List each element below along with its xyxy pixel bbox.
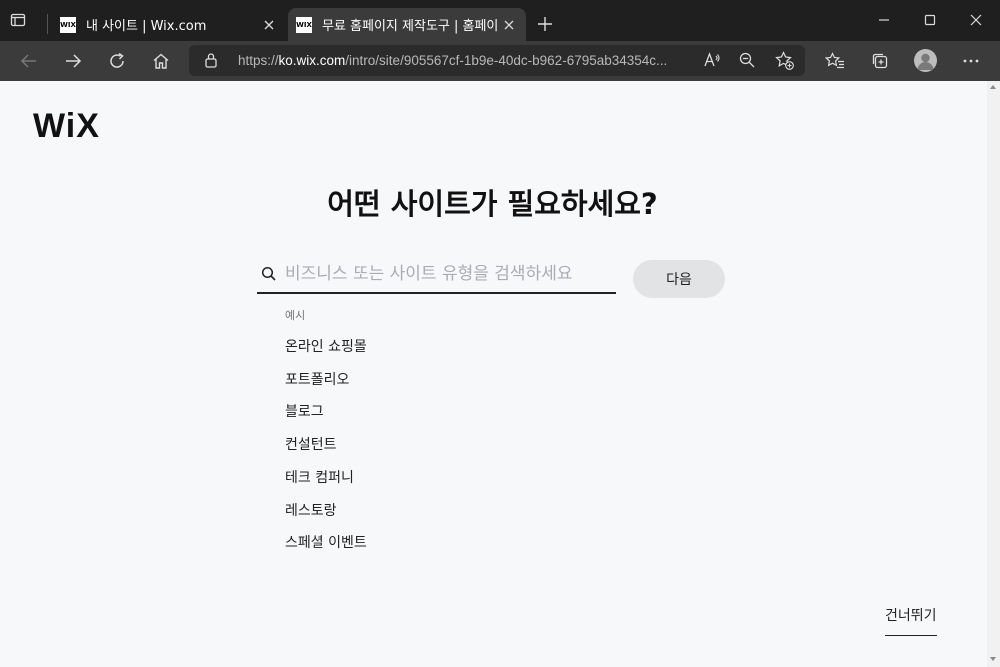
lock-icon[interactable]: [204, 52, 218, 72]
search-input[interactable]: [285, 260, 613, 288]
forward-arrow-icon[interactable]: [61, 49, 85, 73]
profile-icon[interactable]: [914, 49, 937, 72]
browser-toolbar: https://ko.wix.com/intro/site/905567cf-1…: [0, 41, 1000, 81]
window-close-icon[interactable]: [966, 10, 986, 30]
url-text[interactable]: https://ko.wix.com/intro/site/905567cf-1…: [238, 53, 693, 68]
examples-label: 예시: [285, 309, 306, 322]
next-button[interactable]: 다음: [633, 260, 725, 298]
zoom-out-icon[interactable]: [739, 52, 755, 72]
favorites-icon[interactable]: [823, 49, 847, 73]
url-path: /intro/site/905567cf-1b9e-40dc-b962-6795…: [345, 53, 668, 68]
example-blog[interactable]: 블로그: [285, 401, 324, 421]
tab-homepage-builder[interactable]: WIX 무료 홈페이지 제작도구 | 홈페이지 만들기: [288, 8, 526, 41]
example-portfolio[interactable]: 포트폴리오: [285, 369, 349, 389]
example-consultant[interactable]: 컨설턴트: [285, 434, 337, 454]
search-box[interactable]: [257, 254, 616, 294]
example-tech-company[interactable]: 테크 컴퍼니: [285, 467, 354, 487]
close-icon[interactable]: [258, 14, 280, 36]
minimize-icon[interactable]: [874, 10, 894, 30]
plus-icon[interactable]: [534, 13, 556, 35]
page-scrollbar[interactable]: [987, 81, 1000, 667]
refresh-icon[interactable]: [105, 49, 129, 73]
tab-actions-icon[interactable]: [10, 12, 40, 36]
skip-link[interactable]: 건너뛰기: [885, 605, 937, 636]
url-host: ko.wix.com: [278, 53, 346, 68]
search-icon: [261, 266, 277, 282]
add-favorite-icon[interactable]: [775, 51, 794, 74]
page-title: 어떤 사이트가 필요하세요?: [327, 187, 658, 221]
scroll-down-arrow-icon[interactable]: [990, 657, 996, 661]
example-special-event[interactable]: 스페셜 이벤트: [285, 532, 367, 552]
example-restaurant[interactable]: 레스토랑: [285, 500, 337, 520]
maximize-icon[interactable]: [920, 10, 940, 30]
wix-logo[interactable]: WiX: [33, 107, 100, 146]
tab-title: 내 사이트 | Wix.com: [86, 19, 207, 34]
address-bar[interactable]: https://ko.wix.com/intro/site/905567cf-1…: [189, 45, 805, 76]
home-icon[interactable]: [149, 49, 173, 73]
read-aloud-icon[interactable]: [703, 51, 721, 73]
title-bar: WIX 내 사이트 | Wix.com WIX 무료 홈페이지 제작도구 | 홈…: [0, 0, 1000, 41]
tab-separator: [47, 14, 48, 34]
more-icon[interactable]: [959, 49, 983, 73]
wix-favicon-icon: WIX: [296, 16, 312, 33]
wix-favicon-icon: WIX: [60, 16, 76, 33]
page-content: WiX 어떤 사이트가 필요하세요? 다음 예시 온라인 쇼핑몰 포트폴리오 블…: [0, 81, 1000, 667]
close-icon[interactable]: [498, 14, 520, 36]
url-prefix: https://: [238, 53, 279, 68]
collections-icon[interactable]: [868, 49, 892, 73]
tab-title: 무료 홈페이지 제작도구 | 홈페이지 만들기: [322, 19, 498, 34]
example-online-shop[interactable]: 온라인 쇼핑몰: [285, 336, 367, 356]
back-arrow-icon[interactable]: [17, 49, 41, 73]
tab-my-sites[interactable]: WIX 내 사이트 | Wix.com: [52, 8, 286, 41]
scroll-up-arrow-icon[interactable]: [990, 85, 996, 89]
